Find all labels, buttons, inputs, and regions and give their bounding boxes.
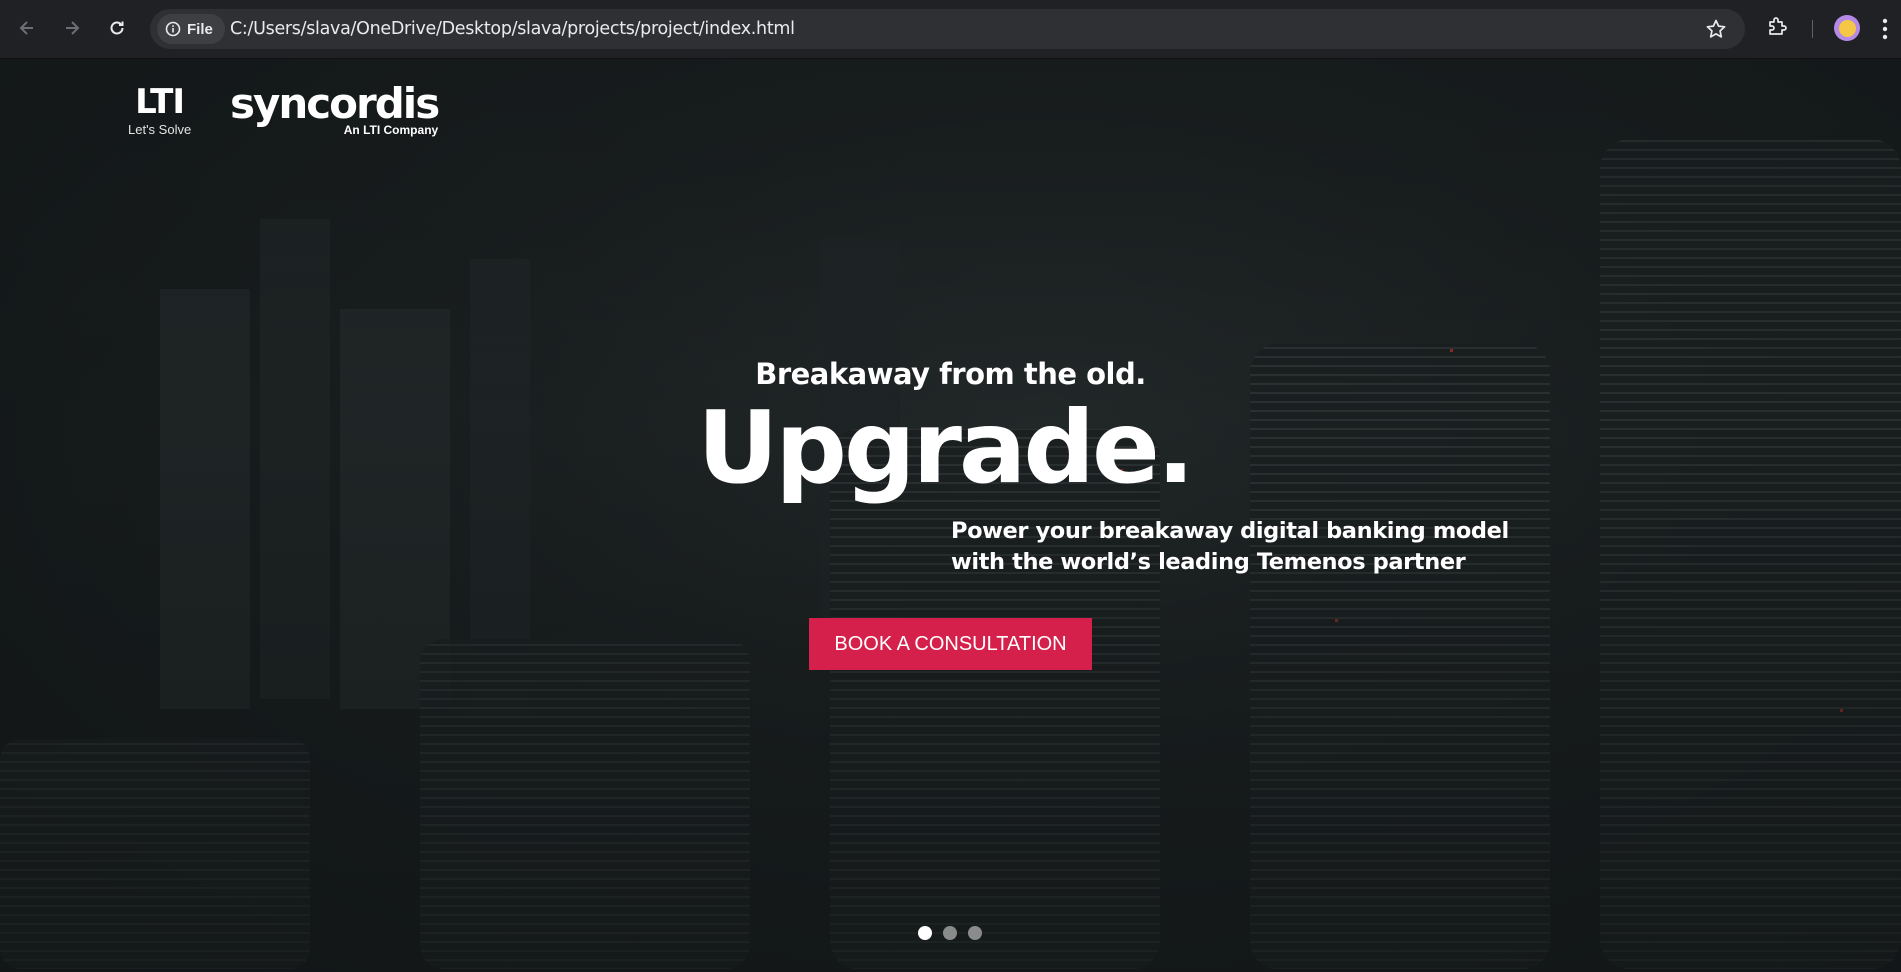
url-text[interactable]: C:/Users/slava/OneDrive/Desktop/slava/pr… <box>230 19 795 39</box>
arrow-right-icon <box>66 21 80 35</box>
toolbar-divider <box>1812 20 1813 38</box>
profile-avatar[interactable] <box>1834 15 1860 41</box>
hero-subheading-line-2: with the world’s leading Temenos partner <box>951 549 1466 575</box>
avatar-icon <box>1838 19 1856 37</box>
forward-button[interactable] <box>58 14 86 42</box>
site-info-chip[interactable]: File <box>157 14 225 44</box>
hero-tagline: Breakaway from the old. <box>755 357 1146 391</box>
book-consultation-button[interactable]: BOOK A CONSULTATION <box>809 618 1092 670</box>
kebab-menu-icon <box>1882 18 1888 40</box>
extensions-button[interactable] <box>1765 14 1789 43</box>
carousel-dot-3[interactable] <box>968 926 982 940</box>
hero-section: LTI Let's Solve syncordis An LTI Company… <box>0 59 1901 972</box>
syncordis-logo[interactable]: syncordis An LTI Company <box>230 79 440 138</box>
syncordis-wordmark: syncordis <box>230 79 440 128</box>
star-icon <box>1706 19 1726 38</box>
lti-logo-mark: LTI <box>135 82 185 122</box>
puzzle-icon <box>1769 17 1787 35</box>
hero-subheading-line-1: Power your breakaway digital banking mod… <box>951 518 1509 544</box>
arrow-left-icon <box>19 21 33 35</box>
carousel-indicators <box>918 926 982 940</box>
carousel-dot-1[interactable] <box>918 926 932 940</box>
browser-toolbar: File C:/Users/slava/OneDrive/Desktop/sla… <box>0 0 1901 59</box>
address-bar[interactable]: File C:/Users/slava/OneDrive/Desktop/sla… <box>150 9 1745 49</box>
info-icon <box>165 21 181 37</box>
browser-menu-button[interactable] <box>1882 18 1888 45</box>
site-info-label: File <box>187 20 213 38</box>
syncordis-subtitle: An LTI Company <box>343 123 439 137</box>
reload-icon <box>110 21 124 35</box>
hero-headline: Upgrade. <box>697 389 1195 506</box>
hero-subheading: Power your breakaway digital banking mod… <box>951 516 1509 578</box>
bookmark-button[interactable] <box>1705 18 1727 45</box>
back-button[interactable] <box>13 14 41 42</box>
lti-logo-tagline: Let's Solve <box>128 122 192 137</box>
reload-button[interactable] <box>103 14 131 42</box>
carousel-dot-2[interactable] <box>943 926 957 940</box>
lti-logo[interactable]: LTI Let's Solve <box>128 84 191 137</box>
